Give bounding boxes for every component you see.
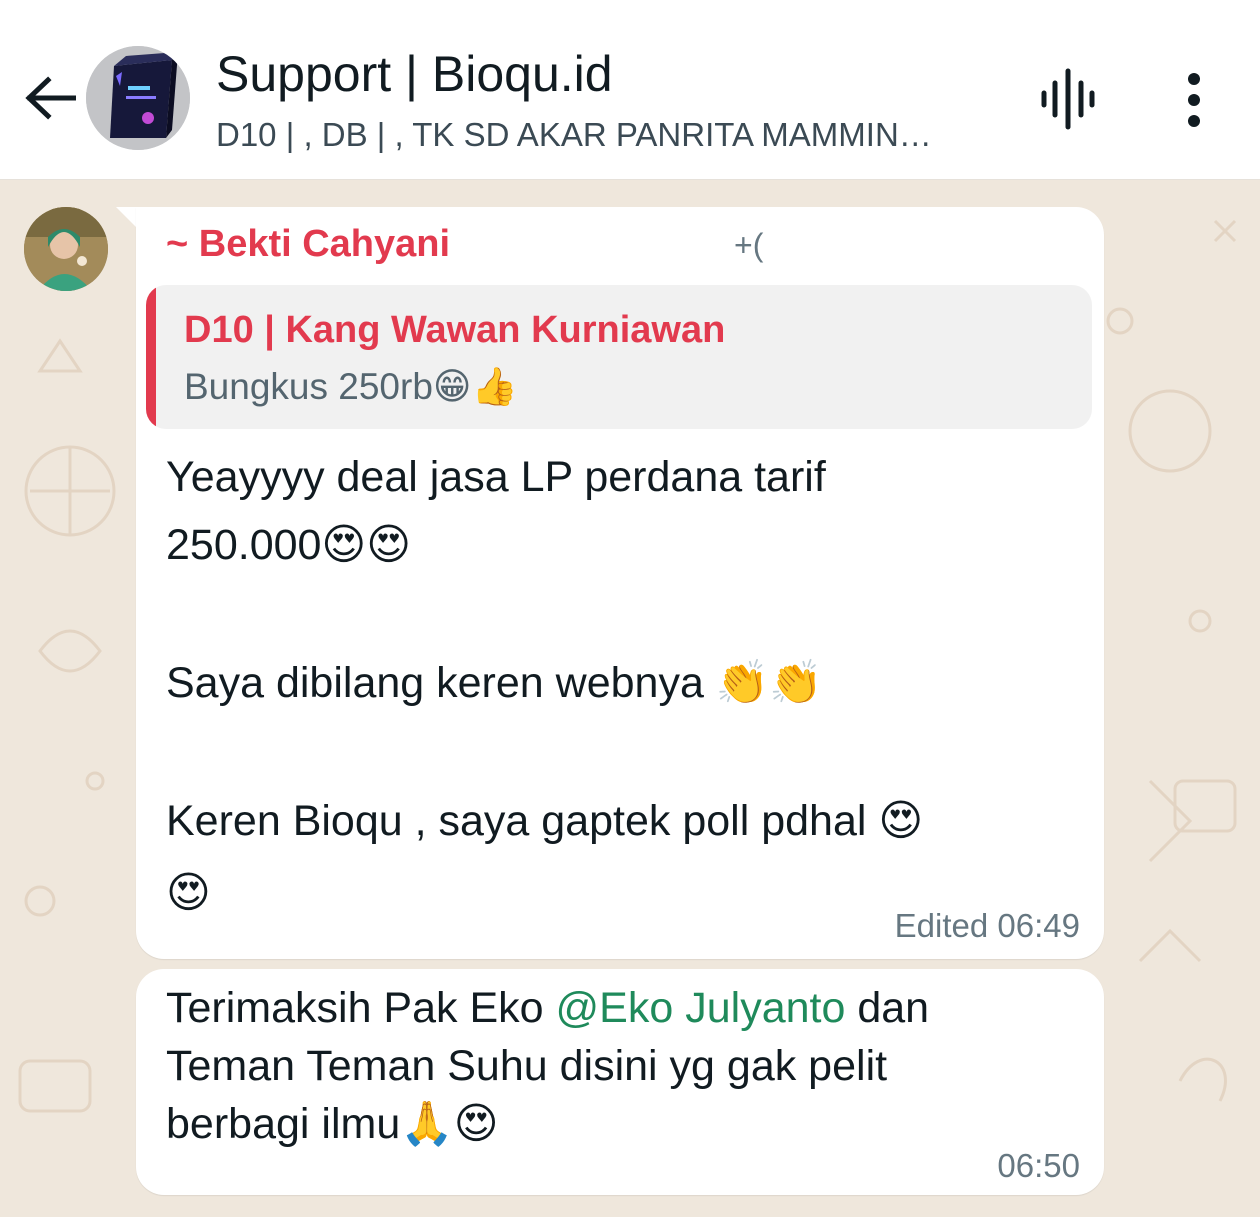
mention-link[interactable]: @Eko Julyanto [556,984,846,1032]
message-line: Teman Teman Suhu disini yg gak pelit [166,1042,888,1090]
voice-chat-icon [1041,68,1095,130]
chat-header: Support | Bioqu.id D10 | , DB | , TK SD … [0,0,1260,180]
message-line: 😍 [166,869,211,917]
message-line: Yeayyyy deal jasa LP perdana tarif [166,453,826,501]
chat-title[interactable]: Support | Bioqu.id [216,44,613,104]
more-vertical-icon [1188,73,1200,127]
message-line: berbagi ilmu🙏😍 [166,1100,499,1148]
bubble-tail [116,207,138,229]
chat-area[interactable]: ~ Bekti Cahyani +( D10 | Kang Wawan Kurn… [0,181,1260,1217]
message-timestamp: Edited 06:49 [894,907,1080,944]
message-text: Terimaksih Pak Eko [166,984,556,1032]
message-line: Saya dibilang keren webnya 👏👏 [166,659,823,707]
more-options-button[interactable] [1164,70,1224,130]
group-avatar[interactable] [86,46,190,150]
message-text: dan [845,984,930,1032]
chat-members[interactable]: D10 | , DB | , TK SD AKAR PANRITA MAMMIN… [216,114,986,156]
message-line: 250.000😍😍 [166,521,412,569]
message-bubble[interactable]: Terimaksih Pak Eko @Eko Julyanto dan Tem… [136,969,1104,1195]
back-button[interactable] [22,68,78,128]
voice-chat-button[interactable] [1036,66,1100,132]
quote-accent-bar [146,285,156,429]
message-body: Terimaksih Pak Eko @Eko Julyanto dan Tem… [166,979,929,1153]
sender-avatar-image [24,207,108,291]
quote-author: D10 | Kang Wawan Kurniawan [184,309,726,351]
sender-name[interactable]: ~ Bekti Cahyani [166,223,450,266]
message-line: Keren Bioqu , saya gaptek poll pdhal 😍 [166,797,924,845]
sender-phone: +( [734,227,764,263]
message-line: Terimaksih Pak Eko @Eko Julyanto dan [166,979,929,1037]
quoted-message[interactable]: D10 | Kang Wawan Kurniawan Bungkus 250rb… [146,285,1092,429]
group-avatar-image [86,46,190,150]
arrow-left-icon [25,76,76,120]
message-timestamp: 06:50 [997,1147,1080,1184]
sender-avatar[interactable] [24,207,108,291]
quote-text: Bungkus 250rb😁👍 [184,366,518,407]
message-bubble[interactable]: ~ Bekti Cahyani +( D10 | Kang Wawan Kurn… [136,207,1104,959]
